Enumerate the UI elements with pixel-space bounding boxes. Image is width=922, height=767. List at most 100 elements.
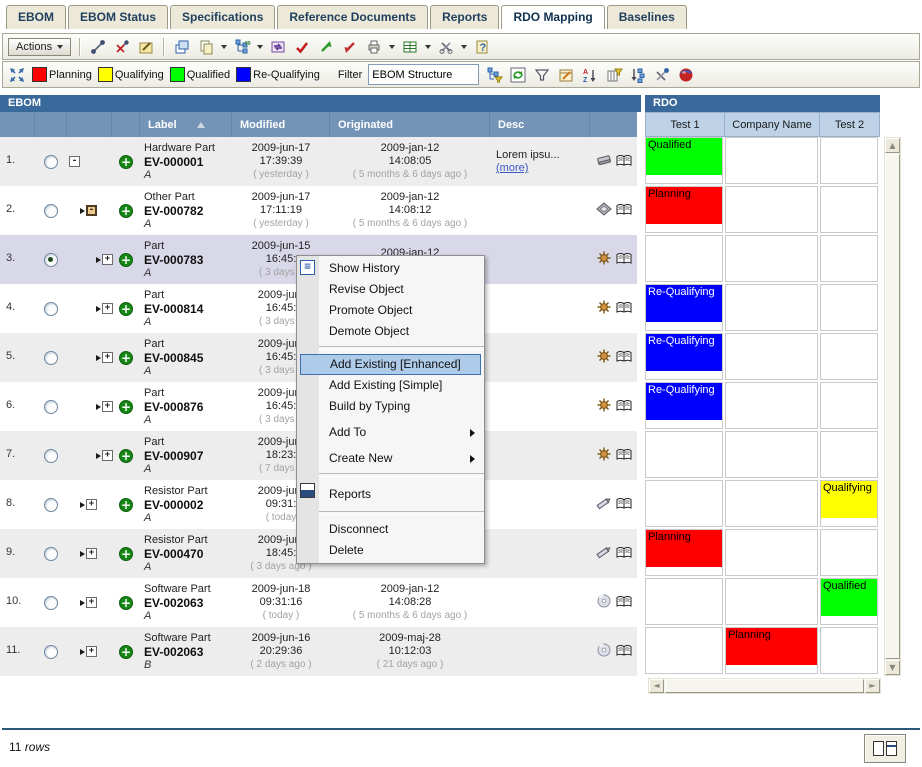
row-radio[interactable] <box>44 155 58 169</box>
row-radio[interactable] <box>44 645 58 659</box>
menu-item-disconnect[interactable]: Disconnect <box>297 519 484 540</box>
add-child-button[interactable]: + <box>119 155 133 169</box>
tree-node[interactable]: + <box>80 597 97 608</box>
menu-item-show-history[interactable]: Show History≡ <box>297 258 484 279</box>
filter-input[interactable] <box>368 64 479 85</box>
row-radio[interactable] <box>44 400 58 414</box>
vertical-scrollbar[interactable]: ▲ ▼ <box>884 137 901 676</box>
exchange-icon[interactable] <box>269 38 287 55</box>
open-book-icon[interactable] <box>616 644 632 660</box>
add-child-button[interactable]: + <box>119 645 133 659</box>
part-name[interactable]: EV-000783 <box>144 253 232 267</box>
tree-expander[interactable]: + <box>86 548 97 559</box>
tree-expander[interactable]: - <box>86 205 97 216</box>
desc-more-link[interactable]: (more) <box>496 162 528 174</box>
rdo-cell-test1[interactable] <box>645 235 723 282</box>
tree-expander[interactable]: + <box>86 499 97 510</box>
rdo-cell-company[interactable] <box>725 284 818 331</box>
menu-item-demote-object[interactable]: Demote Object <box>297 321 484 342</box>
sort-az-icon[interactable]: AZ <box>581 66 599 83</box>
copy-structure-icon[interactable]: 99 <box>233 38 251 55</box>
open-book-icon[interactable] <box>616 301 632 317</box>
column-filter-icon[interactable] <box>605 66 623 83</box>
open-book-icon[interactable] <box>616 203 632 219</box>
row-radio[interactable] <box>44 449 58 463</box>
column-header-originated[interactable]: Originated <box>330 112 490 137</box>
menu-item-add-existing-simple[interactable]: Add Existing [Simple] <box>297 375 484 396</box>
tree-expander[interactable]: + <box>86 597 97 608</box>
menu-item-create-new[interactable]: Create New <box>297 448 484 469</box>
tree-node[interactable]: + <box>96 401 113 412</box>
sort-structure-icon[interactable] <box>629 66 647 83</box>
copy-icon[interactable] <box>197 38 215 55</box>
rdo-cell-test1[interactable]: Re-Qualifying <box>645 284 723 331</box>
export-dropdown-caret[interactable] <box>425 45 431 49</box>
rdo-cell-test2[interactable]: Qualifying <box>820 480 878 527</box>
scroll-down-button[interactable]: ▼ <box>885 660 900 675</box>
rdo-cell-company[interactable] <box>725 186 818 233</box>
tools-dropdown-caret[interactable] <box>461 45 467 49</box>
actions-dropdown[interactable]: Actions <box>8 38 71 56</box>
menu-item-delete[interactable]: Delete <box>297 540 484 561</box>
tab-reference-documents[interactable]: Reference Documents <box>277 5 428 29</box>
open-book-icon[interactable] <box>616 350 632 366</box>
tab-specifications[interactable]: Specifications <box>170 5 275 29</box>
menu-item-build-by-typing[interactable]: Build by Typing <box>297 396 484 417</box>
tree-node[interactable]: + <box>80 548 97 559</box>
rdo-cell-test2[interactable] <box>820 627 878 674</box>
row-radio[interactable] <box>44 351 58 365</box>
menu-item-add-existing-enhanced[interactable]: Add Existing [Enhanced] <box>300 354 481 375</box>
rdo-cell-test1[interactable] <box>645 627 723 674</box>
open-book-icon[interactable] <box>616 399 632 415</box>
windows-icon[interactable] <box>173 38 191 55</box>
copy-structure-dropdown-caret[interactable] <box>257 45 263 49</box>
approve-check-icon[interactable] <box>293 38 311 55</box>
visualize-sphere-icon[interactable] <box>677 66 695 83</box>
add-child-button[interactable]: + <box>119 547 133 561</box>
part-name[interactable]: EV-002063 <box>144 596 232 610</box>
menu-item-reports[interactable]: Reports <box>297 481 484 507</box>
remove-node-icon[interactable] <box>653 66 671 83</box>
scroll-left-button[interactable]: ◄ <box>649 679 664 693</box>
print-icon[interactable] <box>365 38 383 55</box>
rdo-cell-company[interactable]: Planning <box>725 627 818 674</box>
tab-baselines[interactable]: Baselines <box>607 5 687 29</box>
tree-node[interactable]: + <box>80 646 97 657</box>
vertical-scroll-thumb[interactable] <box>885 154 900 659</box>
rdo-cell-test2[interactable] <box>820 186 878 233</box>
part-name[interactable]: EV-002063 <box>144 645 232 659</box>
add-child-button[interactable]: + <box>119 253 133 267</box>
row-radio[interactable] <box>44 204 58 218</box>
open-book-icon[interactable] <box>616 448 632 464</box>
rdo-cell-test2[interactable] <box>820 382 878 429</box>
column-header-label[interactable]: Label <box>140 112 232 137</box>
rdo-cell-test2[interactable] <box>820 529 878 576</box>
tree-node[interactable]: + <box>96 303 113 314</box>
expand-all-icon[interactable] <box>8 66 26 83</box>
tab-ebom[interactable]: EBOM <box>6 5 66 29</box>
funnel-icon[interactable] <box>533 66 551 83</box>
menu-item-promote-object[interactable]: Promote Object <box>297 300 484 321</box>
rdo-cell-company[interactable] <box>725 137 818 184</box>
part-name[interactable]: EV-000782 <box>144 204 232 218</box>
rdo-cell-test2[interactable]: Qualified <box>820 578 878 625</box>
add-child-button[interactable]: + <box>119 400 133 414</box>
tree-expander[interactable]: + <box>86 646 97 657</box>
add-child-button[interactable]: + <box>119 302 133 316</box>
help-icon[interactable]: ? <box>473 38 491 55</box>
disconnect-icon[interactable] <box>113 38 131 55</box>
rdo-column-header-1[interactable]: Test 1 <box>645 112 725 137</box>
horizontal-scrollbar[interactable]: ◄ ► <box>648 678 881 694</box>
open-book-icon[interactable] <box>616 546 632 562</box>
part-name[interactable]: EV-000845 <box>144 351 232 365</box>
add-child-button[interactable]: + <box>119 498 133 512</box>
rdo-cell-company[interactable] <box>725 431 818 478</box>
split-view-button[interactable] <box>864 734 906 763</box>
rdo-cell-company[interactable] <box>725 529 818 576</box>
structure-filter-icon[interactable] <box>485 66 503 83</box>
rdo-cell-test1[interactable] <box>645 431 723 478</box>
promote-icon[interactable] <box>317 38 335 55</box>
tree-node[interactable]: + <box>96 352 113 363</box>
part-name[interactable]: EV-000814 <box>144 302 232 316</box>
row-radio[interactable] <box>44 253 58 267</box>
